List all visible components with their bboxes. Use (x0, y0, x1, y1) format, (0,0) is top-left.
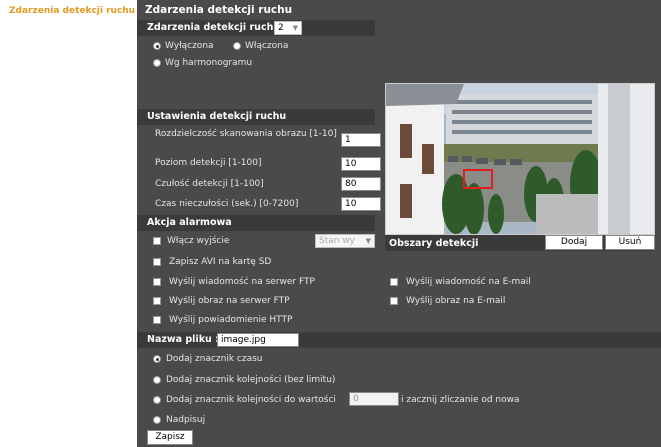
radio-schedule-label: Wg harmonogramu (165, 58, 253, 68)
section-label: Akcja alarmowa (147, 217, 232, 228)
output-checkbox[interactable] (153, 237, 161, 245)
idle-time-input[interactable] (341, 197, 381, 211)
chevron-down-icon: ▼ (292, 24, 298, 32)
ftp-image-label: Wyślij obraz na serwer FTP (169, 296, 290, 306)
radio-disabled[interactable] (153, 42, 161, 50)
section-filename: Nazwa pliku : (137, 332, 661, 348)
sequence-to-suffix: i zacznij zliczanie od nowa (401, 395, 520, 405)
radio-overwrite[interactable] (153, 416, 161, 424)
output-state-value: Stan wy (319, 236, 356, 246)
ftp-message-label: Wyślij wiadomość na serwer FTP (169, 277, 315, 287)
radio-overwrite-label: Nadpisuj (166, 415, 206, 425)
save-button[interactable]: Zapisz (147, 430, 193, 445)
main-panel: Zdarzenia detekcji ruchu Zdarzenia detek… (137, 0, 661, 447)
http-notify-checkbox[interactable] (153, 316, 161, 324)
chevron-down-icon: ▼ (365, 237, 371, 245)
resolution-label: Rozdzielczość skanowania obrazu [1-10] (155, 128, 341, 140)
email-image-checkbox[interactable] (390, 297, 398, 305)
radio-sequence-to-label: Dodaj znacznik kolejności do wartości (166, 395, 336, 405)
email-message-checkbox[interactable] (390, 278, 398, 286)
radio-enabled-label: Włączona (245, 41, 289, 51)
output-state-select[interactable]: Stan wy ▼ (315, 234, 375, 248)
ftp-image-checkbox[interactable] (153, 297, 161, 305)
sensitivity-label: Czułość detekcji [1-100] (155, 179, 264, 189)
page-title: Zdarzenia detekcji ruchu (145, 4, 293, 16)
add-area-button[interactable]: Dodaj (545, 235, 603, 250)
resolution-label-text: Rozdzielczość skanowania obrazu [1-10] (155, 129, 337, 139)
sequence-to-input[interactable] (349, 392, 399, 406)
level-input[interactable] (341, 157, 381, 171)
filename-input[interactable] (217, 333, 299, 347)
section-label: Zdarzenia detekcji ruchu (147, 22, 281, 33)
save-avi-label: Zapisz AVI na kartę SD (169, 257, 272, 267)
output-label: Włącz wyjście (167, 236, 230, 246)
camera-image (386, 84, 654, 234)
section-alarm-action: Akcja alarmowa (137, 215, 375, 231)
ftp-message-checkbox[interactable] (153, 278, 161, 286)
event-number-select[interactable]: 2 ▼ (274, 21, 302, 35)
save-avi-checkbox[interactable] (153, 258, 161, 266)
radio-timestamp-label: Dodaj znacznik czasu (166, 354, 263, 364)
filename-label: Nazwa pliku : (147, 334, 219, 345)
section-label: Ustawienia detekcji ruchu (147, 111, 287, 122)
email-image-label: Wyślij obraz na E-mail (406, 296, 506, 306)
level-label: Poziom detekcji [1-100] (155, 158, 262, 168)
sidebar-item-motion-events[interactable]: Zdarzenia detekcji ruchu (9, 6, 135, 16)
resolution-input[interactable] (341, 133, 381, 147)
radio-sequence-label: Dodaj znacznik kolejności (bez limitu) (166, 375, 336, 385)
email-message-label: Wyślij wiadomość na E-mail (406, 277, 531, 287)
radio-sequence[interactable] (153, 376, 161, 384)
section-detection-settings: Ustawienia detekcji ruchu (137, 109, 375, 125)
section-motion-events: Zdarzenia detekcji ruchu (137, 20, 375, 36)
radio-schedule[interactable] (153, 59, 161, 67)
event-number-value: 2 (278, 23, 284, 33)
radio-timestamp[interactable] (153, 355, 161, 363)
sidebar: Zdarzenia detekcji ruchu (0, 0, 137, 447)
radio-disabled-label: Wyłączona (165, 41, 214, 51)
idle-time-label: Czas nieczułości (sek.) [0-7200] (155, 199, 299, 209)
remove-area-button[interactable]: Usuń (605, 235, 655, 250)
radio-sequence-to[interactable] (153, 396, 161, 404)
radio-enabled[interactable] (233, 42, 241, 50)
http-notify-label: Wyślij powiadomienie HTTP (169, 315, 293, 325)
detection-areas-label: Obszary detekcji (389, 238, 479, 249)
sensitivity-input[interactable] (341, 177, 381, 191)
camera-preview[interactable] (385, 83, 655, 235)
